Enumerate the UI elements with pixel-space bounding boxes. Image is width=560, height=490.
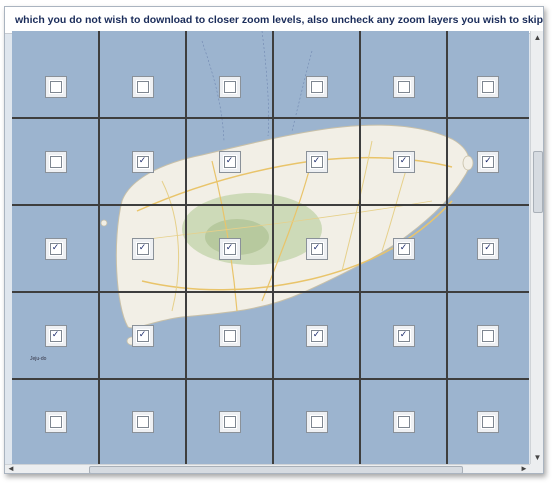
checkbox-box bbox=[482, 329, 494, 342]
vertical-scrollbar[interactable]: ▲ ▼ bbox=[530, 31, 543, 464]
checkmark-icon: ✓ bbox=[225, 156, 234, 166]
checkbox-box bbox=[310, 415, 323, 428]
checkbox-box bbox=[482, 81, 494, 93]
horizontal-scroll-thumb[interactable] bbox=[89, 466, 463, 473]
checkmark-icon: ✓ bbox=[51, 243, 60, 253]
checkbox-box bbox=[136, 415, 149, 428]
tile-grid-line-horizontal bbox=[12, 291, 529, 293]
checkmark-icon: ✓ bbox=[138, 330, 147, 340]
tile-checkbox[interactable] bbox=[305, 410, 328, 433]
scroll-down-arrow-icon[interactable]: ▼ bbox=[531, 451, 543, 464]
tile-checkbox[interactable] bbox=[218, 324, 241, 347]
island-map-image bbox=[100, 31, 474, 346]
tile-checkbox[interactable]: ✓ bbox=[218, 237, 241, 260]
tile-checkbox[interactable]: ✓ bbox=[131, 324, 154, 347]
tile-grid-line-vertical bbox=[359, 31, 361, 464]
scroll-left-arrow-icon[interactable]: ◄ bbox=[5, 463, 17, 473]
tile-checkbox[interactable] bbox=[44, 150, 67, 173]
checkmark-icon: ✓ bbox=[138, 243, 147, 253]
tile-checkbox[interactable]: ✓ bbox=[44, 324, 67, 347]
checkmark-icon: ✓ bbox=[484, 243, 492, 253]
scroll-right-arrow-icon[interactable]: ► bbox=[518, 463, 530, 473]
checkmark-icon: ✓ bbox=[484, 156, 492, 166]
checkbox-box: ✓ bbox=[397, 242, 410, 255]
checkbox-box: ✓ bbox=[136, 242, 149, 255]
checkbox-box: ✓ bbox=[482, 242, 494, 255]
checkbox-box bbox=[482, 415, 494, 428]
tile-checkbox[interactable] bbox=[218, 76, 241, 98]
tile-grid-line-vertical bbox=[185, 31, 187, 464]
tile-checkbox[interactable]: ✓ bbox=[477, 150, 499, 173]
checkbox-box: ✓ bbox=[136, 329, 149, 342]
tile-checkbox[interactable]: ✓ bbox=[392, 237, 415, 260]
checkbox-box bbox=[397, 415, 410, 428]
tile-checkbox[interactable] bbox=[218, 410, 241, 433]
tile-checkbox[interactable] bbox=[305, 76, 328, 98]
checkbox-box bbox=[223, 415, 236, 428]
tile-grid-line-vertical bbox=[272, 31, 274, 464]
tile-checkbox[interactable] bbox=[44, 76, 67, 98]
checkbox-box bbox=[223, 329, 236, 342]
tile-checkbox[interactable] bbox=[131, 410, 154, 433]
checkbox-box bbox=[49, 155, 62, 168]
checkbox-box bbox=[397, 81, 410, 93]
tile-grid-line-horizontal bbox=[12, 204, 529, 206]
checkbox-box: ✓ bbox=[136, 155, 149, 168]
map-place-label: Jeju-do bbox=[30, 356, 47, 362]
map-view[interactable]: Jeju-do ✓ ✓ ✓ ✓ ✓ ✓ ✓ ✓ ✓ ✓ ✓ ✓ ✓ ✓ ✓ bbox=[12, 31, 529, 464]
checkbox-box bbox=[223, 81, 236, 93]
tile-checkbox[interactable]: ✓ bbox=[305, 324, 328, 347]
tile-checkbox[interactable]: ✓ bbox=[392, 150, 415, 173]
checkbox-box bbox=[49, 415, 62, 428]
checkbox-box bbox=[310, 81, 323, 93]
scrollbar-corner bbox=[530, 464, 543, 473]
checkmark-icon: ✓ bbox=[225, 243, 234, 253]
tile-checkbox[interactable]: ✓ bbox=[44, 237, 67, 260]
checkbox-box: ✓ bbox=[223, 155, 236, 168]
horizontal-scrollbar[interactable]: ◄ ► bbox=[5, 463, 530, 473]
tile-checkbox[interactable]: ✓ bbox=[218, 150, 241, 173]
tile-checkbox[interactable] bbox=[392, 76, 415, 98]
tile-checkbox[interactable]: ✓ bbox=[392, 324, 415, 347]
tile-checkbox[interactable] bbox=[477, 410, 499, 433]
checkbox-box: ✓ bbox=[49, 329, 62, 342]
tile-checkbox[interactable] bbox=[392, 410, 415, 433]
checkbox-box bbox=[136, 81, 149, 93]
checkbox-box: ✓ bbox=[310, 242, 323, 255]
tile-checkbox[interactable] bbox=[44, 410, 67, 433]
scroll-up-arrow-icon[interactable]: ▲ bbox=[531, 31, 543, 44]
tile-grid-line-horizontal bbox=[12, 117, 529, 119]
instruction-banner: which you do not wish to download to clo… bbox=[5, 7, 543, 34]
tile-grid-line-vertical bbox=[446, 31, 448, 464]
checkmark-icon: ✓ bbox=[138, 156, 147, 166]
instruction-text[interactable]: which you do not wish to download to clo… bbox=[15, 14, 543, 26]
tile-checkbox[interactable]: ✓ bbox=[305, 150, 328, 173]
checkbox-box bbox=[49, 81, 62, 93]
checkbox-box: ✓ bbox=[310, 329, 323, 342]
checkmark-icon: ✓ bbox=[312, 156, 321, 166]
tile-checkbox[interactable]: ✓ bbox=[305, 237, 328, 260]
checkbox-box: ✓ bbox=[397, 329, 410, 342]
checkbox-box: ✓ bbox=[310, 155, 323, 168]
checkmark-icon: ✓ bbox=[312, 330, 321, 340]
tile-checkbox[interactable] bbox=[477, 324, 499, 347]
checkbox-box: ✓ bbox=[482, 155, 494, 168]
tile-checkbox[interactable]: ✓ bbox=[131, 237, 154, 260]
checkbox-box: ✓ bbox=[397, 155, 410, 168]
checkbox-box: ✓ bbox=[49, 242, 62, 255]
checkmark-icon: ✓ bbox=[399, 243, 408, 253]
checkmark-icon: ✓ bbox=[399, 156, 408, 166]
checkmark-icon: ✓ bbox=[312, 243, 321, 253]
tile-grid-line-vertical bbox=[98, 31, 100, 464]
checkmark-icon: ✓ bbox=[51, 330, 60, 340]
checkmark-icon: ✓ bbox=[399, 330, 408, 340]
checkbox-box: ✓ bbox=[223, 242, 236, 255]
tile-checkbox[interactable] bbox=[477, 76, 499, 98]
vertical-scroll-thumb[interactable] bbox=[533, 151, 543, 213]
tile-download-window: which you do not wish to download to clo… bbox=[4, 6, 544, 474]
tile-checkbox[interactable]: ✓ bbox=[477, 237, 499, 260]
tile-checkbox[interactable] bbox=[131, 76, 154, 98]
tile-checkbox[interactable]: ✓ bbox=[131, 150, 154, 173]
tile-grid-line-horizontal bbox=[12, 378, 529, 380]
